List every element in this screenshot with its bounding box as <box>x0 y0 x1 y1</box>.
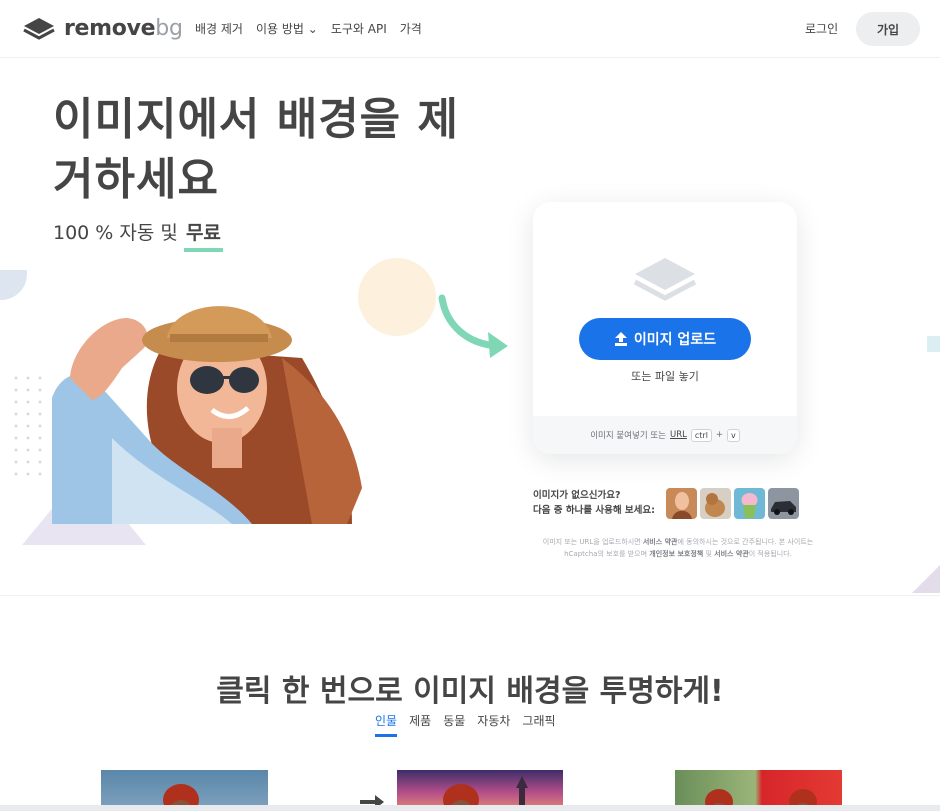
decor-circle <box>0 270 27 300</box>
kbd-ctrl: ctrl <box>690 428 712 442</box>
privacy-link[interactable]: 개인정보 보호정책 <box>649 550 703 558</box>
terms-part4: 이 적용됩니다. <box>748 550 792 558</box>
terms-part1: 이미지 또는 URL을 업로드하시면 <box>542 538 643 546</box>
kbd-v: v <box>727 428 740 442</box>
login-link[interactable]: 로그인 <box>805 20 838 37</box>
no-image-line2: 다음 중 하나를 사용해 보세요: <box>533 505 655 516</box>
free-highlight: 무료 <box>183 218 223 252</box>
tab-graphics[interactable]: 그래픽 <box>522 712 555 737</box>
logo[interactable]: removebg <box>22 14 183 42</box>
hero-title-line1: 이미지에서 배경을 제 <box>53 94 459 145</box>
upload-image-button[interactable]: 이미지 업로드 <box>579 318 751 360</box>
sample-car-thumbnail[interactable] <box>768 488 799 519</box>
hero-photo-woman <box>52 306 362 524</box>
upload-card[interactable]: 이미지 업로드 또는 파일 놓기 이미지 붙여넣기 또는 URL ctrl + … <box>533 202 797 454</box>
tab-products[interactable]: 제품 <box>409 712 431 737</box>
logo-layers-icon <box>23 18 55 40</box>
section-divider <box>0 595 940 596</box>
curved-arrow-icon <box>438 294 508 358</box>
terms-notice: 이미지 또는 URL을 업로드하시면 서비스 약관에 동의하시는 것으로 간주됩… <box>533 536 823 560</box>
no-image-line1: 이미지가 없으신가요? <box>533 490 621 501</box>
hero-subtitle: 100 % 자동 및 무료 <box>53 218 223 252</box>
terms-part3: 및 <box>703 550 715 558</box>
nav-links: 배경 제거 이용 방법 ⌄ 도구와 API 가격 <box>195 20 422 37</box>
layers-icon <box>633 258 697 301</box>
tab-cars[interactable]: 자동차 <box>477 712 510 737</box>
no-image-prompt: 이미지가 없으신가요? 다음 중 하나를 사용해 보세요: <box>533 488 655 518</box>
sample-images <box>666 488 799 519</box>
decor-square <box>927 336 940 352</box>
logo-text: removebg <box>64 15 183 41</box>
top-navbar: removebg 배경 제거 이용 방법 ⌄ 도구와 API 가격 로그인 가입 <box>0 0 940 58</box>
nav-remove-bg[interactable]: 배경 제거 <box>195 20 243 37</box>
kbd-plus: + <box>715 430 724 440</box>
decor-dots <box>10 372 50 482</box>
hero-subtitle-prefix: 100 % 자동 및 <box>53 222 178 244</box>
sample-cupcake-thumbnail[interactable] <box>734 488 765 519</box>
nav-tools-api[interactable]: 도구와 API <box>331 20 387 37</box>
decor-peach-circle <box>358 258 436 336</box>
nav-how-to-use[interactable]: 이용 방법 ⌄ <box>256 20 318 37</box>
tab-animals[interactable]: 동물 <box>443 712 465 737</box>
tab-people[interactable]: 인물 <box>375 712 398 737</box>
category-tabs: 인물 제품 동물 자동차 그래픽 <box>375 712 556 737</box>
horizontal-scrollbar[interactable] <box>0 805 940 811</box>
section-title: 클릭 한 번으로 이미지 배경을 투명하게! <box>216 674 724 709</box>
paste-text: 이미지 붙여넣기 또는 <box>590 431 666 441</box>
paste-url-link[interactable]: URL <box>670 430 687 440</box>
sample-dog-thumbnail[interactable] <box>700 488 731 519</box>
upload-icon <box>614 332 627 346</box>
nav-pricing[interactable]: 가격 <box>400 20 422 37</box>
chevron-down-icon: ⌄ <box>303 22 318 36</box>
terms-link[interactable]: 서비스 약관 <box>643 538 678 546</box>
signup-button[interactable]: 가입 <box>856 12 920 46</box>
sample-woman-thumbnail[interactable] <box>666 488 697 519</box>
paste-hint: 이미지 붙여넣기 또는 URL ctrl + v <box>533 416 797 454</box>
terms-link-2[interactable]: 서비스 약관 <box>714 550 749 558</box>
hero-title: 이미지에서 배경을 제 거하세요 <box>53 90 493 210</box>
decor-triangle-right <box>912 565 940 593</box>
upload-button-label: 이미지 업로드 <box>633 332 717 348</box>
hero-title-line2: 거하세요 <box>53 154 219 205</box>
drop-file-text: 또는 파일 놓기 <box>631 370 699 383</box>
